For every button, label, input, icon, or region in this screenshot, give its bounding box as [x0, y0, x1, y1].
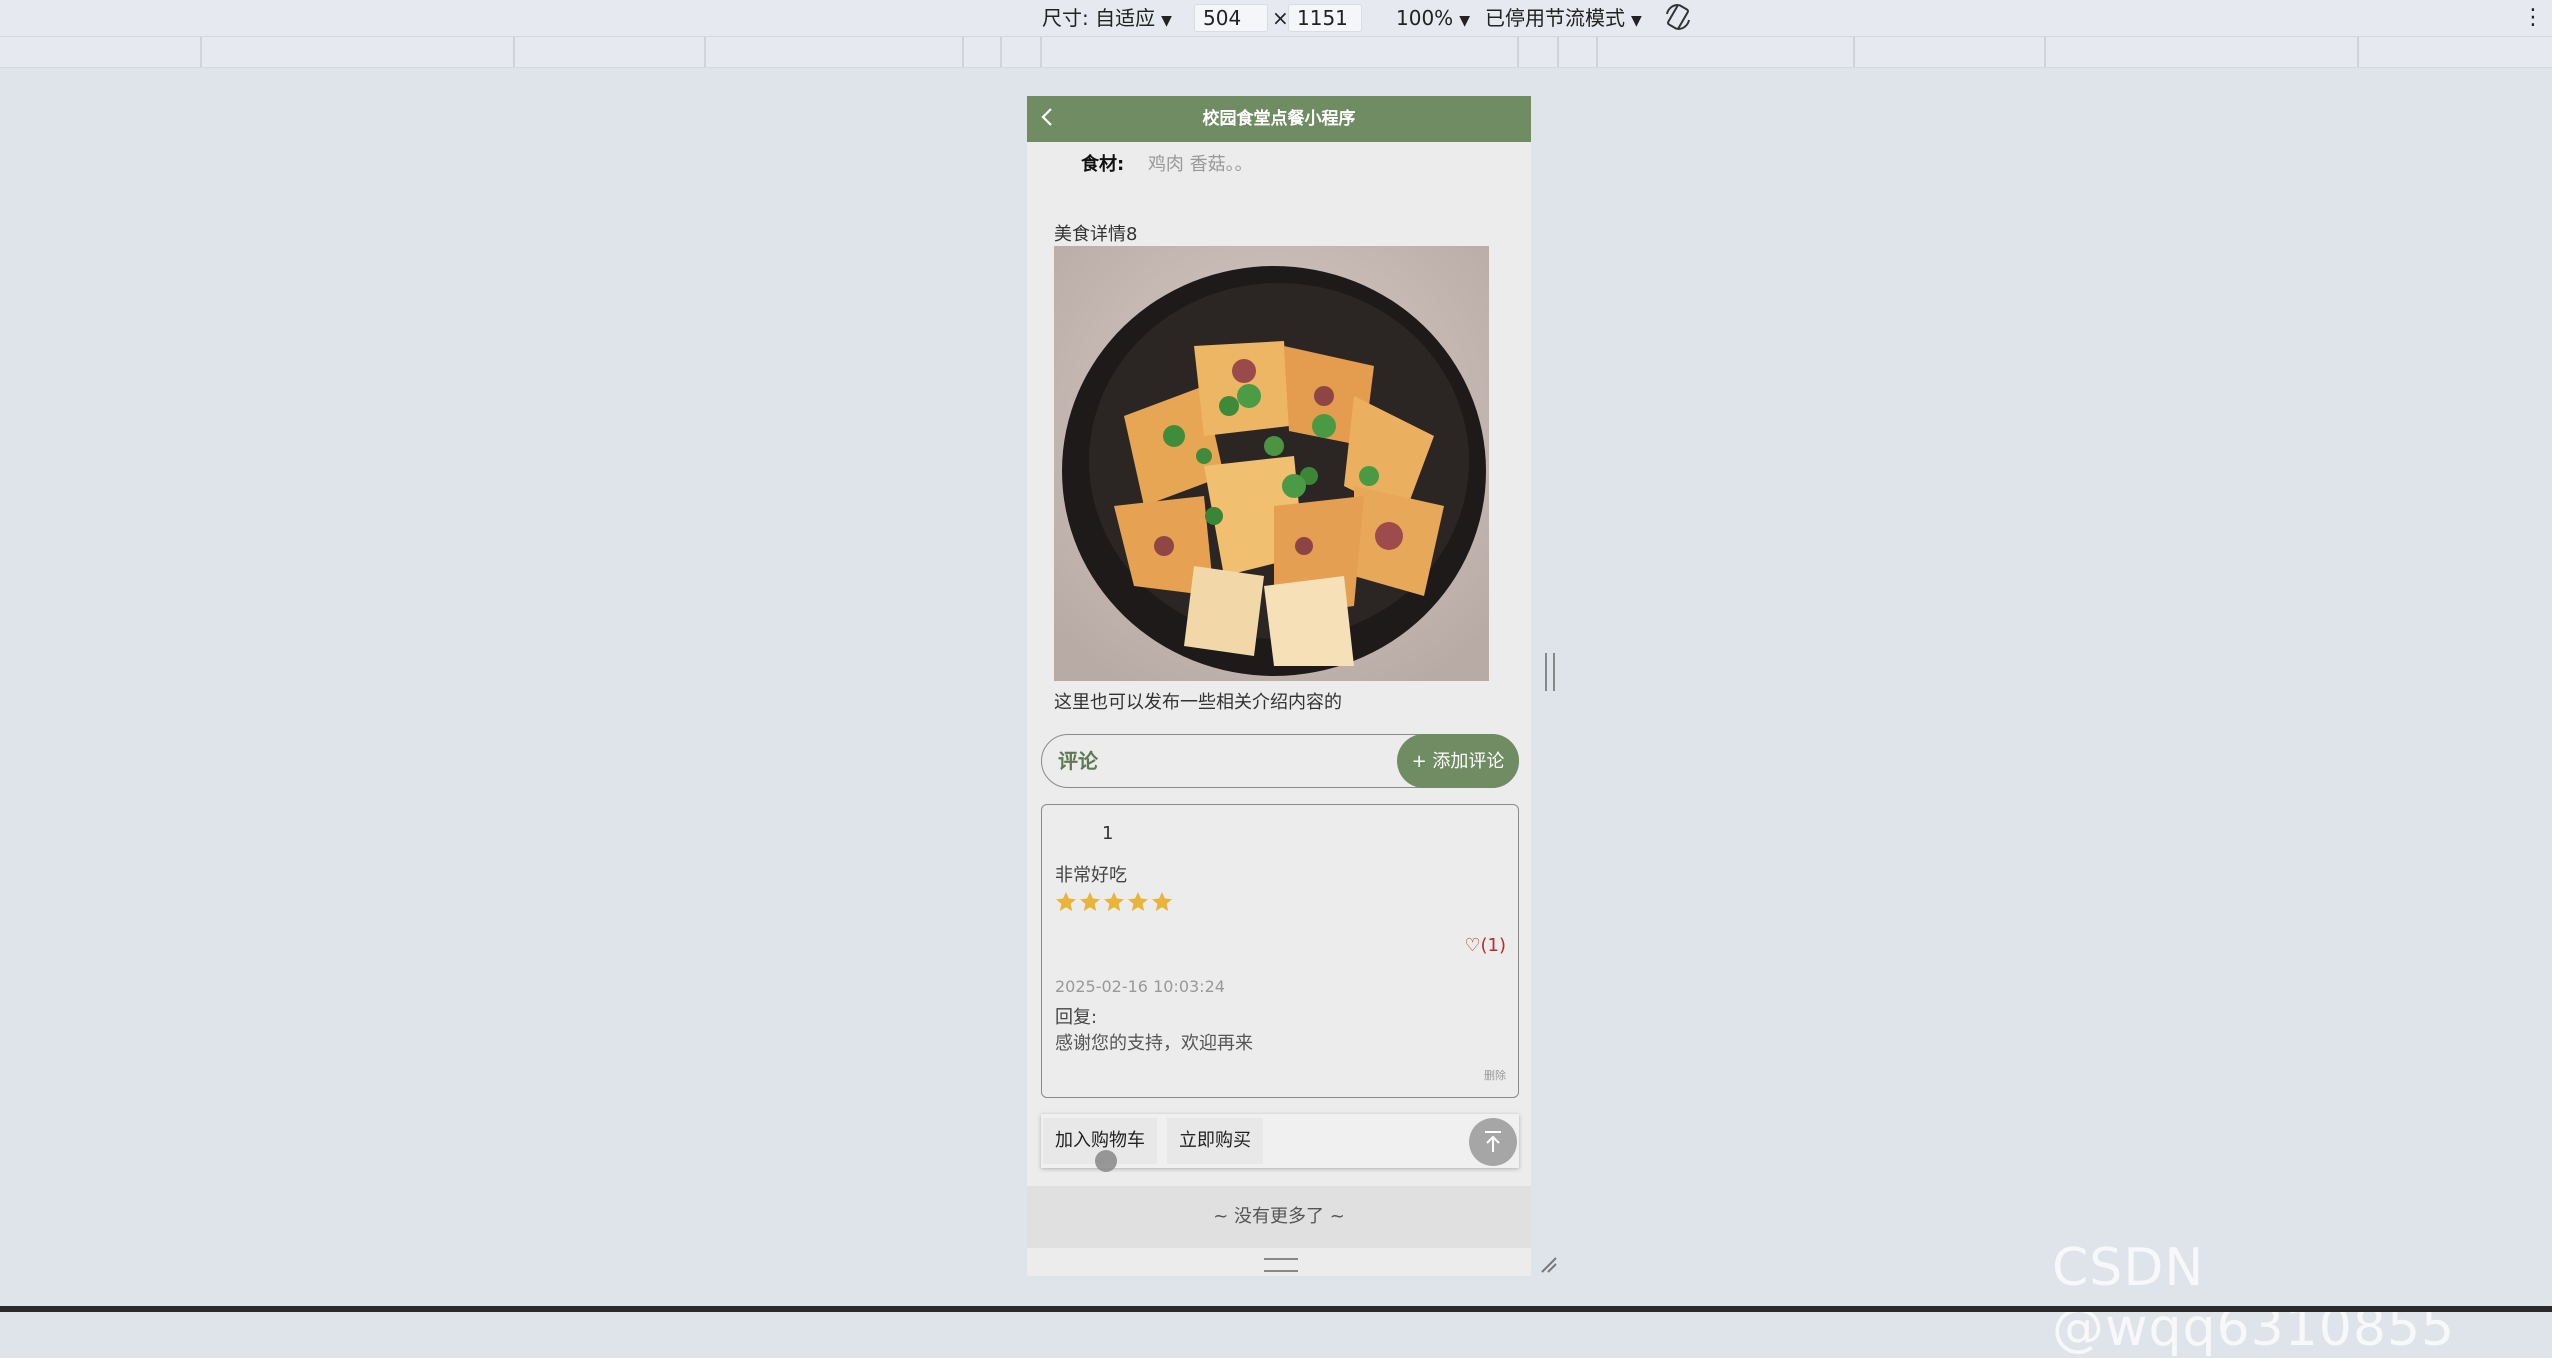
comment-text: 非常好吃 [1055, 865, 1127, 886]
add-comment-button[interactable]: + 添加评论 [1397, 734, 1519, 788]
device-size-dropdown[interactable]: 尺寸: 自适应 ▼ [1042, 5, 1172, 31]
throttle-dropdown[interactable]: 已停用节流模式 ▼ [1485, 5, 1642, 31]
intro-text: 这里也可以发布一些相关介绍内容的 [1054, 692, 1342, 713]
back-to-top-button[interactable] [1469, 1118, 1517, 1166]
rating-stars [1055, 891, 1175, 917]
taskbar-edge [0, 1306, 2552, 1312]
like-button[interactable]: ♡(1) [1464, 935, 1506, 956]
star-icon [1128, 892, 1148, 911]
viewport-height-handle[interactable] [1264, 1258, 1298, 1272]
food-image [1054, 246, 1489, 681]
ingredients-row: 食材: 鸡肉 香菇。。 [1081, 150, 1253, 176]
chevron-down-icon: ▼ [1631, 13, 1642, 29]
device-size-label: 尺寸: 自适应 [1042, 6, 1156, 30]
times-sign: × [1272, 6, 1289, 30]
ingredients-value: 鸡肉 香菇。。 [1147, 154, 1253, 175]
comment-label: 评论 [1058, 749, 1098, 773]
star-icon [1080, 892, 1100, 911]
buy-now-button[interactable]: 立即购买 [1167, 1118, 1263, 1164]
ingredients-label: 食材: [1081, 154, 1125, 175]
delete-comment-button[interactable]: 删除 [1484, 1067, 1506, 1083]
mobile-viewport: 校园食堂点餐小程序 食材: 鸡肉 香菇。。 美食详情8 这里也可以发布一些相关介… [1027, 96, 1531, 1276]
comment-user: 1 [1102, 823, 1114, 844]
detail-title: 美食详情8 [1054, 224, 1138, 245]
arrow-up-icon [1485, 1131, 1501, 1152]
more-menu-icon[interactable]: ⋮ [2522, 5, 2544, 31]
throttle-label: 已停用节流模式 [1485, 6, 1625, 30]
like-count: (1) [1480, 935, 1507, 956]
star-icon [1056, 892, 1076, 911]
rotate-icon[interactable] [1664, 2, 1692, 31]
comment-header: 评论 + 添加评论 [1041, 734, 1519, 788]
media-query-ruler [0, 37, 2552, 68]
viewport-width-handle[interactable] [1545, 653, 1555, 691]
chevron-down-icon: ▼ [1459, 13, 1470, 29]
page-title: 校园食堂点餐小程序 [1202, 109, 1356, 129]
width-input[interactable]: 504 [1194, 4, 1268, 32]
comment-time: 2025-02-16 10:03:24 [1055, 977, 1225, 996]
comment-card: 1 非常好吃 ♡(1) 2025-02-16 10:03:24 回复: 感谢您的… [1041, 804, 1519, 1098]
devtools-toolbar: 尺寸: 自适应 ▼ 504 × 1151 100% ▼ 已停用节流模式 ▼ ⋮ [0, 0, 2552, 37]
touch-cursor [1095, 1150, 1117, 1172]
star-icon [1152, 892, 1172, 911]
zoom-dropdown[interactable]: 100% ▼ [1396, 5, 1470, 31]
like-icon: ♡ [1464, 935, 1481, 956]
reply-text: 感谢您的支持，欢迎再来 [1055, 1033, 1253, 1054]
resize-corner-icon[interactable] [1540, 1256, 1558, 1274]
zoom-label: 100% [1396, 6, 1454, 30]
no-more-footer: ~ 没有更多了 ~ [1027, 1186, 1531, 1248]
nav-bar: 校园食堂点餐小程序 [1027, 96, 1531, 142]
height-input[interactable]: 1151 [1288, 4, 1362, 32]
chevron-down-icon: ▼ [1161, 13, 1172, 29]
star-icon [1104, 892, 1124, 911]
watermark: CSDN @wqq6310855 [2052, 1238, 2456, 1358]
reply-label: 回复: [1055, 1007, 1098, 1028]
